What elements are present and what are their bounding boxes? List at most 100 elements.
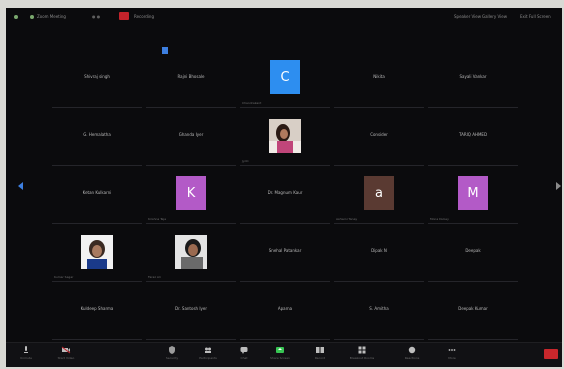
- participants-icon: [205, 347, 211, 353]
- participant-tile[interactable]: Shivraj singh: [52, 48, 142, 108]
- meeting-info-icon[interactable]: [30, 15, 34, 19]
- microphone-icon: [24, 346, 28, 353]
- participant-name: Ketan Kulkarni: [82, 190, 112, 195]
- more-button[interactable]: More: [436, 345, 468, 360]
- reactions-button[interactable]: Reactions: [396, 345, 428, 360]
- participant-tile[interactable]: M Mona Dubey: [428, 164, 518, 224]
- chat-icon: [240, 347, 248, 354]
- participant-name: Kuldeep Sharma: [80, 306, 114, 311]
- record-icon: [316, 347, 324, 353]
- participant-name: Dr. Santosh Iyer: [175, 306, 207, 311]
- toolbar-label: Breakout Rooms: [349, 356, 375, 360]
- participant-name: Dipak N: [371, 248, 387, 253]
- more-icon: [448, 349, 456, 351]
- participant-name: Snehal Patankar: [268, 248, 302, 253]
- participant-avatar: M: [458, 176, 488, 210]
- gallery-grid: Shivraj singh Rajni Bhosale C Chandrakant Ni…: [12, 48, 552, 348]
- share-screen-icon: [276, 347, 284, 353]
- speaker-view-button[interactable]: Speaker View: [454, 14, 481, 19]
- top-bar: Zoom Meeting ● ● Recording Speaker View …: [6, 8, 562, 26]
- participant-name: G. Hemalatha: [83, 132, 111, 137]
- participant-photo: [81, 235, 113, 269]
- participant-name: Shivraj singh: [84, 74, 110, 79]
- participant-tile[interactable]: Rajni Bhosale: [146, 48, 236, 108]
- participant-tile[interactable]: Kumar Sagar: [52, 222, 142, 282]
- participant-tile[interactable]: Dr. Magnum Kaur: [240, 164, 330, 224]
- meeting-label: Zoom Meeting: [37, 14, 66, 19]
- toolbar-label: Participants: [199, 356, 217, 360]
- participant-name: Deepak Kumar: [458, 306, 488, 311]
- participant-tile[interactable]: Deepak Kumar: [428, 280, 518, 340]
- participant-photo: [175, 235, 207, 269]
- participant-tile[interactable]: Kuldeep Sharma: [52, 280, 142, 340]
- recording-indicator-icon[interactable]: [119, 12, 129, 20]
- toolbar-label: Chat: [240, 356, 248, 360]
- shield-icon: [169, 346, 175, 354]
- participant-tile[interactable]: G. Hemalatha: [52, 106, 142, 166]
- participant-tile[interactable]: Snehal Patankar: [240, 222, 330, 282]
- participant-tile[interactable]: Deepak: [428, 222, 518, 282]
- participant-photo: [269, 119, 301, 153]
- record-button[interactable]: Record: [304, 345, 336, 360]
- participant-name: Consider: [370, 132, 388, 137]
- participant-tile[interactable]: Jyoti: [240, 106, 330, 166]
- participant-label: Jyoti: [242, 159, 249, 163]
- participant-name: S. Amitha: [369, 306, 389, 311]
- participant-label: Faraz Ali: [148, 275, 161, 279]
- chat-button[interactable]: Chat: [228, 345, 260, 360]
- participant-tile[interactable]: a Ashwini Tanay: [334, 164, 424, 224]
- participant-tile[interactable]: Aparna: [240, 280, 330, 340]
- breakout-button[interactable]: Breakout Rooms: [346, 345, 378, 360]
- toolbar-label: Security: [165, 356, 179, 360]
- participant-name: Dr. Magnum Kaur: [267, 190, 303, 195]
- meeting-toolbar: Unmute Start Video Security Participants Cha…: [6, 342, 562, 367]
- toolbar-label: Record: [314, 356, 326, 360]
- participant-name: Rajni Bhosale: [177, 74, 205, 79]
- recording-dots-icon: ● ●: [92, 14, 101, 19]
- participant-label: Krishna Teja: [148, 217, 167, 221]
- toolbar-label: More: [448, 356, 456, 360]
- participant-label: Mona Dubey: [430, 217, 449, 221]
- gallery-view-button[interactable]: Gallery View: [482, 14, 507, 19]
- participant-avatar: C: [270, 60, 300, 94]
- shield-button[interactable]: Security: [156, 345, 188, 360]
- exit-fullscreen-button[interactable]: Exit Full Screen: [520, 14, 551, 19]
- participant-tile[interactable]: Ghanda Iyer: [146, 106, 236, 166]
- video-camera-button[interactable]: Start Video: [50, 345, 82, 360]
- end-meeting-button[interactable]: [544, 349, 558, 359]
- participant-name: Ghanda Iyer: [178, 132, 204, 137]
- toolbar-label: Start Video: [57, 356, 75, 360]
- previous-page-arrow-icon[interactable]: [18, 182, 23, 190]
- participant-tile[interactable]: Nikita: [334, 48, 424, 108]
- participant-label: Kumar Sagar: [54, 275, 74, 279]
- participant-tile[interactable]: TARIQ AHMED: [428, 106, 518, 166]
- participant-tile[interactable]: K Krishna Teja: [146, 164, 236, 224]
- toolbar-label: Reactions: [404, 356, 420, 360]
- toolbar-label: Share Screen: [270, 356, 290, 360]
- participant-tile[interactable]: Dipak N: [334, 222, 424, 282]
- video-camera-icon: [61, 346, 71, 354]
- zoom-meeting-window: Zoom Meeting ● ● Recording Speaker View …: [6, 8, 562, 367]
- participants-button[interactable]: Participants: [192, 345, 224, 360]
- next-page-arrow-icon[interactable]: [556, 182, 561, 190]
- share-screen-button[interactable]: Share Screen: [264, 345, 296, 360]
- participant-tile[interactable]: Sayali Vankar: [428, 48, 518, 108]
- breakout-icon: [358, 346, 366, 354]
- recording-label: Recording: [134, 14, 155, 19]
- participant-name: TARIQ AHMED: [458, 132, 488, 137]
- participant-tile[interactable]: Ketan Kulkarni: [52, 164, 142, 224]
- participant-tile[interactable]: S. Amitha: [334, 280, 424, 340]
- participant-tile[interactable]: Consider: [334, 106, 424, 166]
- participant-label: Chandrakant: [242, 101, 262, 105]
- participant-tile[interactable]: Dr. Santosh Iyer: [146, 280, 236, 340]
- participant-name: Aparna: [277, 306, 293, 311]
- microphone-button[interactable]: Unmute: [10, 345, 42, 360]
- participant-tile[interactable]: C Chandrakant: [240, 48, 330, 108]
- participant-avatar: K: [176, 176, 206, 210]
- participant-name: Nikita: [373, 74, 385, 79]
- participant-tile[interactable]: Faraz Ali: [146, 222, 236, 282]
- participant-label: Ashwini Tanay: [336, 217, 358, 221]
- toolbar-label: Unmute: [20, 356, 32, 360]
- encryption-shield-icon[interactable]: [14, 15, 18, 19]
- participant-name: Sayali Vankar: [459, 74, 487, 79]
